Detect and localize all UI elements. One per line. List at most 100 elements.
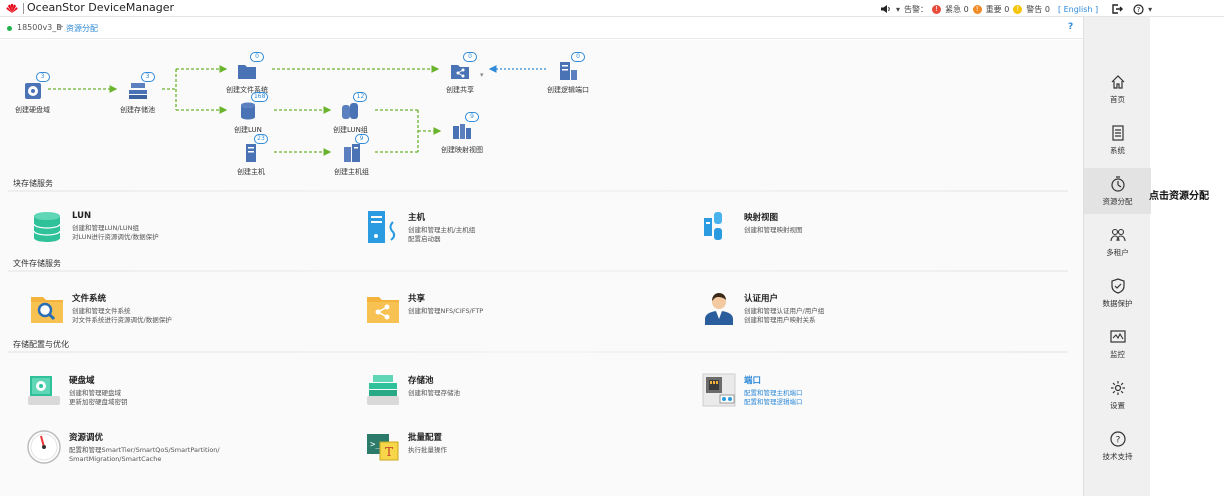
- tile-desc: 对文件系统进行资源调优/数据保护: [72, 316, 172, 324]
- help-dropdown-icon[interactable]: ▾: [1148, 5, 1152, 14]
- monitor-icon: [1109, 329, 1126, 343]
- flow-create-mapping-view[interactable]: 9 创建映射视图: [441, 112, 483, 155]
- flow-badge: 0: [463, 52, 477, 62]
- nav-item-home[interactable]: 首页: [1084, 66, 1151, 112]
- flow-create-disk-domain[interactable]: 3 创建硬盘域: [15, 72, 50, 115]
- svg-text:?: ?: [1115, 435, 1120, 445]
- device-status-icon: [7, 26, 12, 31]
- nav-item-system[interactable]: 系统: [1084, 117, 1151, 163]
- section-title-config: 存储配置与优化: [13, 340, 69, 349]
- disk-domain-tile-icon: [28, 376, 60, 405]
- flow-label: 创建主机组: [334, 168, 369, 176]
- logout-icon[interactable]: [1112, 4, 1124, 14]
- mapping-view-icon: [453, 124, 471, 139]
- major-alarm-link[interactable]: 重要 0: [986, 4, 1010, 15]
- home-icon: [1111, 74, 1124, 89]
- disk-domain-icon: [24, 83, 41, 99]
- tile-desc: 创建和管理主机/主机组: [408, 226, 476, 234]
- share-dropdown-icon[interactable]: ▾: [480, 71, 484, 79]
- tile-title: 存储池: [408, 376, 434, 386]
- flow-create-share[interactable]: 0 创建共享: [446, 52, 477, 95]
- data-protection-icon: [1110, 277, 1125, 294]
- tile-title: LUN: [72, 211, 92, 221]
- help-icon[interactable]: ?: [1133, 3, 1144, 15]
- warning-alarm-link[interactable]: 警告 0: [1026, 4, 1050, 15]
- flow-create-lun-group[interactable]: 12 创建LUN组: [333, 92, 368, 135]
- tile-title: 共享: [408, 294, 426, 304]
- sound-icon[interactable]: [880, 4, 892, 14]
- tile-disk-domain[interactable]: 硬盘域 创建和管理硬盘域 更新加密硬盘域密钥: [27, 373, 128, 407]
- tile-title: 映射视图: [744, 213, 779, 223]
- lun-database-icon: [33, 212, 61, 242]
- main-content: 3 创建硬盘域 3 创建存储池 0 创建文件系统 0 创建共享 ▾ 0 创建逻辑…: [0, 40, 1083, 496]
- tile-resource-tuning[interactable]: 资源调优 配置和管理SmartTier/SmartQoS/SmartPartit…: [27, 430, 220, 464]
- tile-auth-user[interactable]: 认证用户 创建和管理认证用户/用户组 创建和管理用户映射关系: [702, 291, 824, 325]
- tile-batch-config[interactable]: >_ T 批量配置 执行批量操作: [366, 430, 447, 464]
- nav-label: 资源分配: [1102, 196, 1133, 206]
- alarm-label: 告警：: [904, 4, 929, 14]
- flow-create-logical-port[interactable]: 0 创建逻辑端口: [547, 52, 589, 95]
- tile-host[interactable]: 主机 创建和管理主机/主机组 配置启动器: [366, 210, 475, 244]
- tile-desc: 更新加密硬盘域密钥: [69, 398, 128, 406]
- nav-item-resource-allocation[interactable]: 资源分配: [1084, 168, 1151, 214]
- tile-desc: 配置启动器: [408, 235, 441, 243]
- annotation-callout: 点击资源分配: [1149, 191, 1209, 202]
- breadcrumb-current: 资源分配: [66, 24, 98, 33]
- tile-desc: 对LUN进行资源调优/数据保护: [72, 233, 159, 241]
- tile-desc: 创建和管理NFS/CIFS/FTP: [408, 307, 484, 315]
- share-folder-icon: [451, 65, 469, 79]
- tile-title: 文件系统: [72, 294, 107, 304]
- critical-alarm-link[interactable]: 紧急 0: [945, 4, 969, 15]
- workflow-connectors: [48, 65, 546, 156]
- host-icon: [246, 144, 256, 162]
- tile-mapping-view[interactable]: 映射视图 创建和管理映射视图: [702, 210, 803, 244]
- tech-support-icon: ?: [1109, 430, 1126, 447]
- nav-label: 设置: [1110, 400, 1125, 410]
- page-help-icon[interactable]: ?: [1068, 22, 1073, 32]
- file-system-icon: [238, 65, 256, 79]
- tile-link-logical-port[interactable]: 配置和管理逻辑端口: [744, 398, 803, 407]
- resource-allocation-icon: [1110, 175, 1125, 192]
- flow-label: 创建存储池: [120, 106, 155, 114]
- nav-item-multi-tenant[interactable]: 多租户: [1084, 219, 1151, 265]
- tile-share[interactable]: 共享 创建和管理NFS/CIFS/FTP: [366, 291, 483, 325]
- nav-item-monitor[interactable]: 监控: [1084, 321, 1151, 367]
- share-folder-tile-icon: [367, 297, 399, 323]
- section-title-block: 块存储服务: [13, 179, 53, 188]
- tile-port[interactable]: 端口 配置和管理主机端口 配置和管理逻辑端口: [702, 373, 803, 407]
- flow-label: 创建主机: [237, 168, 265, 176]
- breadcrumb: 18500v3_B > 资源分配 ?: [0, 17, 1083, 39]
- tile-desc: 创建和管理文件系统: [72, 307, 131, 315]
- nav-item-data-protection[interactable]: 数据保护: [1084, 270, 1151, 316]
- breadcrumb-device[interactable]: 18500v3_B: [17, 23, 62, 32]
- gauge-icon: [27, 430, 61, 464]
- top-bar: OceanStor DeviceManager ▾ 告警： ! 紧急 0 ! 重…: [0, 0, 1224, 17]
- flow-create-storage-pool[interactable]: 3 创建存储池: [120, 72, 155, 115]
- tile-title: 硬盘域: [69, 376, 95, 386]
- tile-storage-pool[interactable]: 存储池 创建和管理存储池: [366, 373, 460, 407]
- flow-create-file-system[interactable]: 0 创建文件系统: [226, 52, 268, 95]
- tile-link-host-port[interactable]: 配置和管理主机端口: [744, 389, 803, 398]
- flow-badge: 9: [354, 134, 369, 144]
- tile-desc: 创建和管理用户映射关系: [744, 316, 816, 324]
- multi-tenant-icon: [1109, 228, 1126, 241]
- sound-dropdown-icon[interactable]: ▾: [896, 5, 900, 14]
- settings-icon: [1110, 380, 1125, 395]
- flow-label: 创建硬盘域: [15, 106, 50, 114]
- flow-badge: 168: [250, 92, 269, 102]
- tile-lun[interactable]: LUN 创建和管理LUN/LUN组 对LUN进行资源调优/数据保护: [30, 210, 159, 244]
- flow-create-host-group[interactable]: 9 创建主机组: [334, 134, 369, 177]
- nav-label: 监控: [1110, 349, 1125, 359]
- flow-create-host[interactable]: 23 创建主机: [237, 134, 268, 177]
- nav-item-settings[interactable]: 设置: [1084, 372, 1151, 418]
- flow-create-lun[interactable]: 168 创建LUN: [234, 92, 269, 135]
- host-server-icon: [368, 211, 396, 243]
- flow-badge: 23: [254, 134, 268, 144]
- tile-desc: 创建和管理硬盘域: [69, 389, 121, 397]
- nav-item-tech-support[interactable]: ? 技术支持: [1084, 423, 1151, 469]
- tile-desc: 创建和管理存储池: [408, 389, 460, 397]
- language-switch[interactable]: [ English ]: [1058, 5, 1098, 14]
- tile-file-system[interactable]: 文件系统 创建和管理文件系统 对文件系统进行资源调优/数据保护: [30, 291, 172, 325]
- nav-label: 数据保护: [1102, 298, 1133, 308]
- tile-desc: 创建和管理映射视图: [744, 226, 803, 234]
